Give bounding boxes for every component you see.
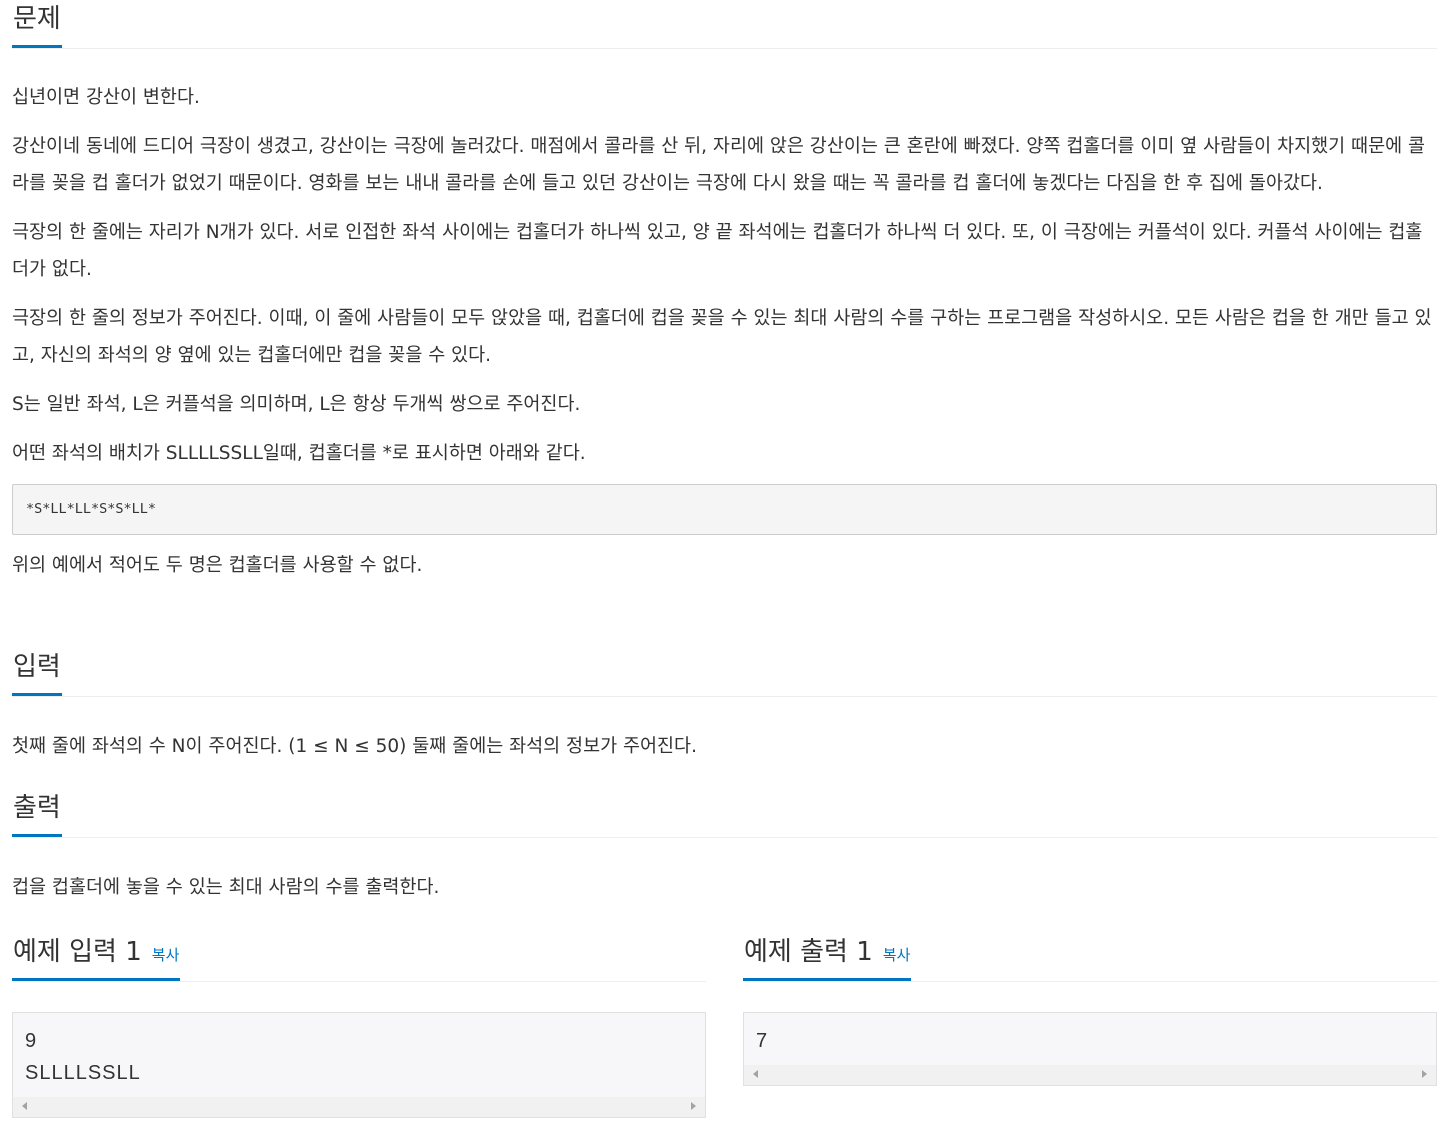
sample-output-headline: 예제 출력 1 복사 [743,933,1437,982]
copy-sample-output-button[interactable]: 복사 [883,946,911,964]
sample-input-title: 예제 입력 1 [13,937,142,967]
sample-input-heading: 예제 입력 1 복사 [12,933,181,981]
output-description: 컵을 컵홀더에 놓을 수 있는 최대 사람의 수를 출력한다. [12,869,1437,906]
problem-description: 십년이면 강산이 변한다. 강산이네 동네에 드디어 극장이 생겼고, 강산이는… [12,79,1437,472]
input-text: 첫째 줄에 좌석의 수 N이 주어진다. (1 ≤ N ≤ 50) 둘째 줄에는… [12,736,697,757]
sample-output-section: 예제 출력 1 복사 7 [743,933,1437,1086]
sample-input-headline: 예제 입력 1 복사 [12,933,706,982]
input-headline: 입력 [12,648,1437,697]
output-headline: 출력 [12,789,1437,838]
sample-output-title: 예제 출력 1 [744,937,873,967]
problem-paragraph-5: S는 일반 좌석, L은 커플석을 의미하며, L은 항상 두개씩 쌍으로 주어… [12,394,581,415]
scroll-left-icon[interactable] [22,1102,27,1110]
problem-paragraph-3: 극장의 한 줄에는 자리가 N개가 있다. 서로 인접한 좌석 사이에는 컵홀더… [12,222,1423,280]
holder-layout-code: *S*LL*LL*S*S*LL* [12,484,1437,535]
problem-page: 문제 십년이면 강산이 변한다. 강산이네 동네에 드디어 극장이 생겼고, 강… [0,0,1450,1134]
sample-output-heading: 예제 출력 1 복사 [743,933,912,981]
input-section: 입력 첫째 줄에 좌석의 수 N이 주어진다. (1 ≤ N ≤ 50) 둘째 … [12,648,1437,765]
output-text: 컵을 컵홀더에 놓을 수 있는 최대 사람의 수를 출력한다. [12,877,440,898]
problem-section: 문제 십년이면 강산이 변한다. 강산이네 동네에 드디어 극장이 생겼고, 강… [12,0,1437,584]
scroll-right-icon[interactable] [691,1102,696,1110]
problem-after-code: 위의 예에서 적어도 두 명은 컵홀더를 사용할 수 없다. [12,547,1437,584]
problem-after-code-text: 위의 예에서 적어도 두 명은 컵홀더를 사용할 수 없다. [12,555,423,576]
input-heading: 입력 [12,648,62,696]
problem-paragraph-1: 십년이면 강산이 변한다. [12,87,200,108]
problem-paragraph-4: 극장의 한 줄의 정보가 주어진다. 이때, 이 줄에 사람들이 모두 앉았을 … [12,308,1432,366]
sample-input-content: 9 SLLLLSSLL [25,1030,141,1084]
problem-heading: 문제 [12,0,62,48]
scroll-right-icon[interactable] [1422,1070,1427,1078]
sample-input-box: 9 SLLLLSSLL [12,1012,706,1118]
sample-input-section: 예제 입력 1 복사 9 SLLLLSSLL [12,933,706,1118]
sample-output-scrollbar[interactable] [744,1065,1436,1085]
sample-output-box: 7 [743,1012,1437,1086]
sample-output-content: 7 [756,1030,769,1052]
copy-sample-input-button[interactable]: 복사 [152,946,180,964]
problem-paragraph-6: 어떤 좌석의 배치가 SLLLLSSLL일때, 컵홀더를 *로 표시하면 아래와… [12,443,586,464]
scroll-left-icon[interactable] [753,1070,758,1078]
output-section: 출력 컵을 컵홀더에 놓을 수 있는 최대 사람의 수를 출력한다. [12,789,1437,906]
problem-headline: 문제 [12,0,1437,49]
input-description: 첫째 줄에 좌석의 수 N이 주어진다. (1 ≤ N ≤ 50) 둘째 줄에는… [12,728,1437,765]
sample-input-scrollbar[interactable] [13,1097,705,1117]
problem-paragraph-2: 강산이네 동네에 드디어 극장이 생겼고, 강산이는 극장에 놀러갔다. 매점에… [12,136,1426,194]
output-heading: 출력 [12,789,62,837]
